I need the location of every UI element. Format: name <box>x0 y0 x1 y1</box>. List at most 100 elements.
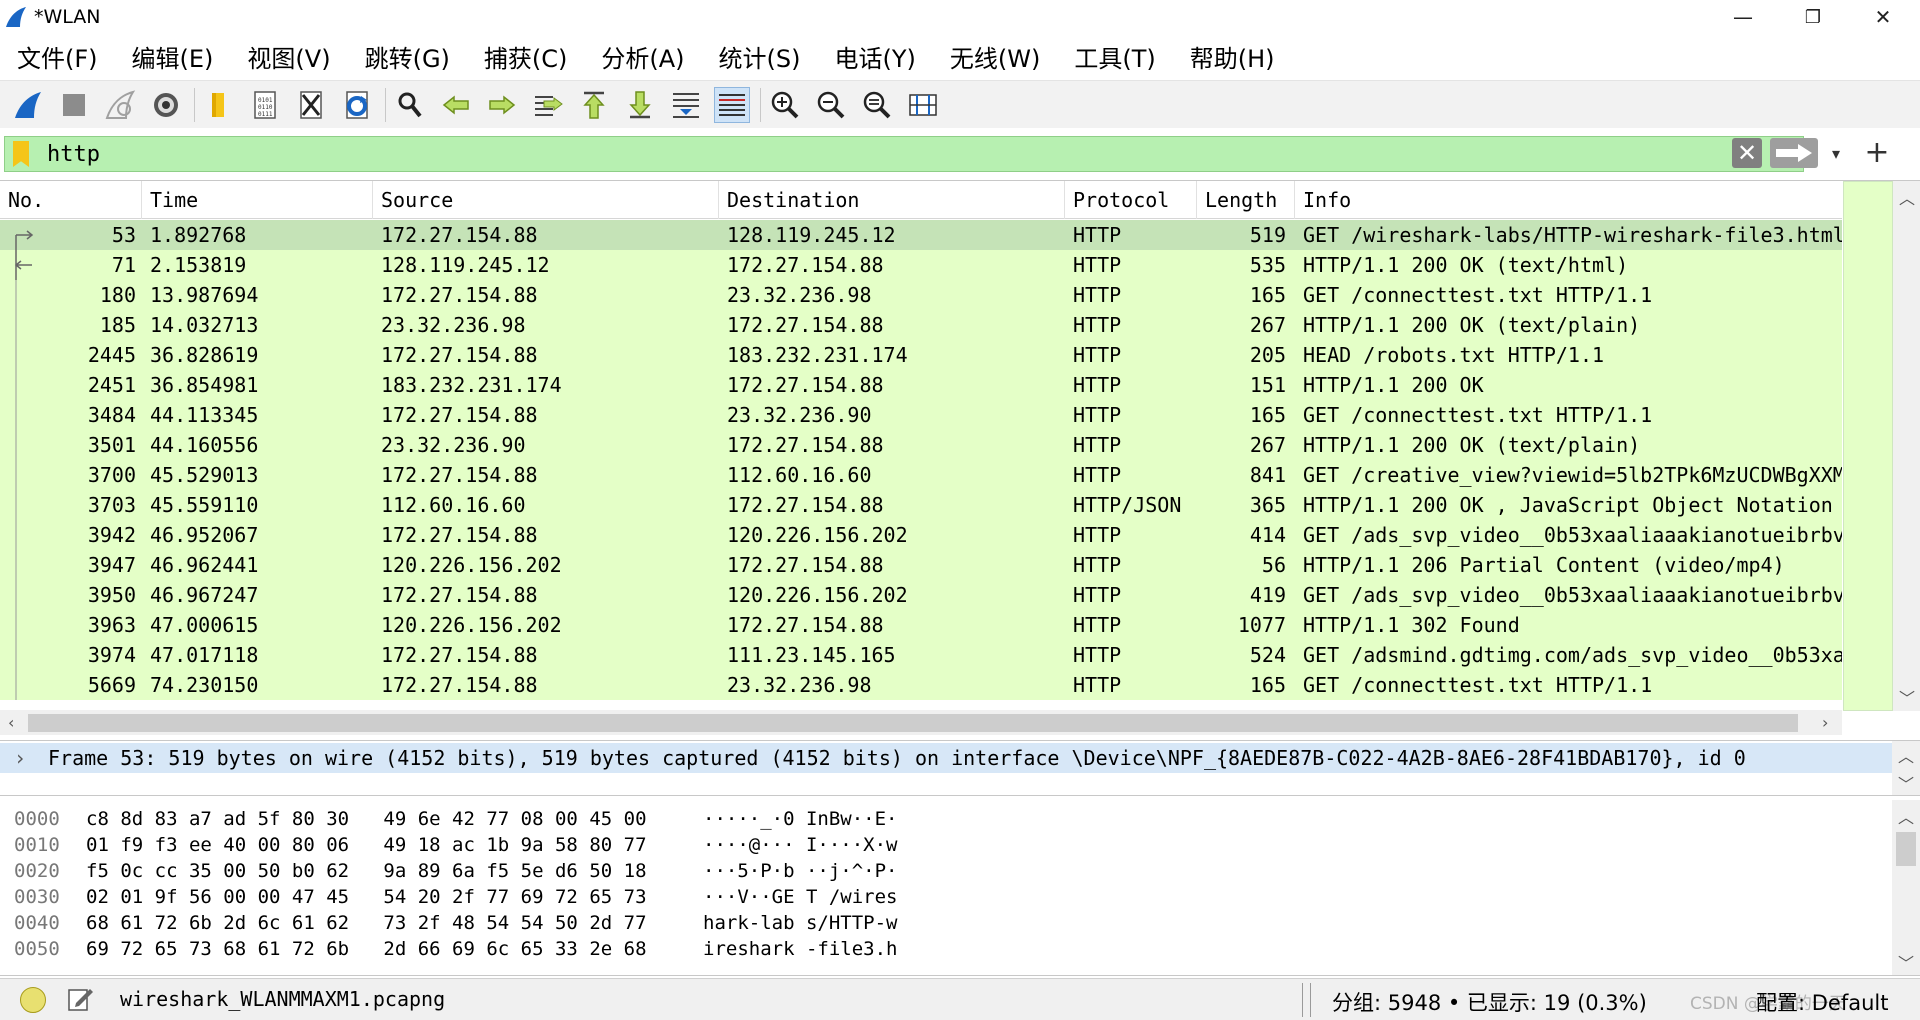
packet-source-cell: 172.27.154.88 <box>381 403 538 427</box>
column-header-source[interactable]: Source <box>373 181 719 219</box>
menu-view[interactable]: 视图(V) <box>247 39 330 74</box>
scroll-down-icon[interactable]: ﹀ <box>1898 771 1914 795</box>
packet-destination-cell: 172.27.154.88 <box>727 493 884 517</box>
packet-row[interactable]: 185 14.032713 23.32.236.98 172.27.154.88 HTT… <box>0 310 1842 340</box>
byte-ascii: ireshark -file3.h <box>703 938 898 960</box>
scroll-down-icon[interactable]: ﹀ <box>1898 950 1914 974</box>
zoom-in-icon <box>771 91 799 118</box>
filter-history-dropdown[interactable]: ▾ <box>1824 140 1848 166</box>
packet-destination-cell: 172.27.154.88 <box>727 253 884 277</box>
packet-row[interactable]: 3501 44.160556 23.32.236.90 172.27.154.88 HT… <box>0 430 1842 460</box>
restore-button[interactable]: ❐ <box>1778 0 1848 34</box>
menu-capture[interactable]: 捕获(C) <box>484 39 567 74</box>
expert-info-icon[interactable] <box>20 987 46 1013</box>
packet-row[interactable]: 3942 46.952067 172.27.154.88 120.226.156.20… <box>0 520 1842 550</box>
go-forward-button[interactable] <box>484 87 520 123</box>
packet-row[interactable]: 2451 36.854981 183.232.231.174 172.27.154.8… <box>0 370 1842 400</box>
auto-scroll-button[interactable] <box>668 87 704 123</box>
menu-analyze[interactable]: 分析(A) <box>601 39 684 74</box>
menu-telephony[interactable]: 电话(Y) <box>835 39 916 74</box>
expand-chevron-icon[interactable]: › <box>14 743 34 773</box>
filter-text[interactable]: http <box>47 139 100 171</box>
menu-statistics[interactable]: 统计(S) <box>719 39 801 74</box>
display-filter-input[interactable]: http <box>4 136 1804 172</box>
close-file-button[interactable] <box>293 87 329 123</box>
go-back-button[interactable] <box>438 87 474 123</box>
zoom-normal-button[interactable] <box>859 87 895 123</box>
scroll-left-icon[interactable]: ‹ <box>8 713 14 732</box>
scroll-up-icon[interactable]: ︿ <box>1898 743 1914 767</box>
scrollbar-track[interactable]: ︿ ﹀ <box>1893 181 1920 711</box>
apply-filter-button[interactable] <box>1770 138 1818 168</box>
conversation-line-icon <box>15 640 17 670</box>
packet-row[interactable]: 3963 47.000615 120.226.156.202 172.27.154.8… <box>0 610 1842 640</box>
capture-options-icon <box>154 92 178 117</box>
clear-filter-button[interactable]: ✕ <box>1732 138 1762 168</box>
go-first-button[interactable] <box>576 87 612 123</box>
horizontal-scrollbar-thumb[interactable] <box>28 714 1798 732</box>
go-forward-icon <box>489 94 516 115</box>
packet-row[interactable]: 3703 45.559110 112.60.16.60 172.27.154.88 HT… <box>0 490 1842 520</box>
capture-options-button[interactable] <box>148 87 184 123</box>
scrollbar-thumb[interactable] <box>1843 181 1893 711</box>
packet-row[interactable]: 53 1.892768 172.27.154.88 128.119.245.12 HTT… <box>0 220 1842 250</box>
packet-list-vertical-scrollbar[interactable]: ︿ ﹀ <box>1843 181 1920 711</box>
packet-destination-cell: 172.27.154.88 <box>727 553 884 577</box>
reload-file-button[interactable] <box>339 87 375 123</box>
go-to-packet-button[interactable] <box>530 87 566 123</box>
profile-status[interactable]: 配置: Default <box>1756 987 1888 1017</box>
column-header-time[interactable]: Time <box>142 181 373 219</box>
packet-row[interactable]: 180 13.987694 172.27.154.88 23.32.236.98 HTT… <box>0 280 1842 310</box>
add-filter-button[interactable]: + <box>1862 135 1892 170</box>
column-header-protocol[interactable]: Protocol <box>1065 181 1197 219</box>
conversation-line-icon <box>15 580 17 610</box>
packet-row[interactable]: 3947 46.962441 120.226.156.202 172.27.154.8… <box>0 550 1842 580</box>
column-header-no[interactable]: No. <box>0 181 142 219</box>
menu-file[interactable]: 文件(F) <box>17 39 98 74</box>
column-header-length[interactable]: Length <box>1197 181 1295 219</box>
column-header-destination[interactable]: Destination <box>719 181 1065 219</box>
packet-row[interactable]: 3700 45.529013 172.27.154.88 112.60.16.60 HT… <box>0 460 1842 490</box>
open-file-button[interactable] <box>201 87 237 123</box>
packet-row[interactable]: 3974 47.017118 172.27.154.88 111.23.145.165… <box>0 640 1842 670</box>
start-capture-button[interactable] <box>10 87 46 123</box>
packet-row[interactable]: 2445 36.828619 172.27.154.88 183.232.231.17… <box>0 340 1842 370</box>
filter-bookmark-icon[interactable] <box>13 141 29 167</box>
packet-count-status: 分组: 5948 • 已显示: 19 (0.3%) <box>1332 991 1647 1015</box>
detail-frame-line[interactable]: › Frame 53: 519 bytes on wire (4152 bits… <box>0 743 1892 773</box>
packet-row[interactable]: 5669 74.230150 172.27.154.88 23.32.236.98 HT… <box>0 670 1842 700</box>
stop-capture-button[interactable] <box>56 87 92 123</box>
bytes-vertical-scrollbar[interactable]: ︿ ﹀ <box>1892 800 1920 975</box>
find-packet-button[interactable] <box>392 87 428 123</box>
packet-row[interactable]: 3484 44.113345 172.27.154.88 23.32.236.90 HT… <box>0 400 1842 430</box>
menu-help[interactable]: 帮助(H) <box>1190 39 1275 74</box>
packet-list-horizontal-scrollbar[interactable]: ‹ › <box>0 710 1842 735</box>
packet-time-cell: 36.828619 <box>150 343 259 367</box>
menu-wireless[interactable]: 无线(W) <box>950 39 1040 74</box>
menu-go[interactable]: 跳转(G) <box>365 39 450 74</box>
packet-info-cell: GET /connecttest.txt HTTP/1.1 <box>1303 283 1653 307</box>
restart-capture-button[interactable] <box>102 87 138 123</box>
arrow-right-icon <box>1776 144 1812 162</box>
response-link-icon <box>14 250 32 280</box>
minimize-button[interactable]: — <box>1708 0 1778 34</box>
zoom-out-button[interactable] <box>813 87 849 123</box>
column-header-info[interactable]: Info <box>1295 181 1842 219</box>
save-file-button[interactable]: 0101 0110 0111 <box>247 87 283 123</box>
capture-comment-icon[interactable] <box>66 985 94 1013</box>
packet-row[interactable]: 3950 46.967247 172.27.154.88 120.226.156.20… <box>0 580 1842 610</box>
packet-row[interactable]: 71 2.153819 128.119.245.12 172.27.154.88 HTT… <box>0 250 1842 280</box>
menu-edit[interactable]: 编辑(E) <box>132 39 214 74</box>
zoom-in-button[interactable] <box>767 87 803 123</box>
colorize-button[interactable] <box>714 86 750 123</box>
scroll-up-icon[interactable]: ︿ <box>1899 185 1915 209</box>
go-last-button[interactable] <box>622 87 658 123</box>
scroll-up-icon[interactable]: ︿ <box>1898 804 1914 828</box>
close-button[interactable]: ✕ <box>1848 0 1918 34</box>
scroll-down-icon[interactable]: ﹀ <box>1899 685 1915 709</box>
scroll-right-icon[interactable]: › <box>1822 713 1828 732</box>
details-vertical-scrollbar[interactable]: ︿ ﹀ <box>1892 741 1920 795</box>
scrollbar-thumb[interactable] <box>1896 832 1916 866</box>
menu-tools[interactable]: 工具(T) <box>1074 39 1155 74</box>
resize-columns-button[interactable] <box>905 87 941 123</box>
